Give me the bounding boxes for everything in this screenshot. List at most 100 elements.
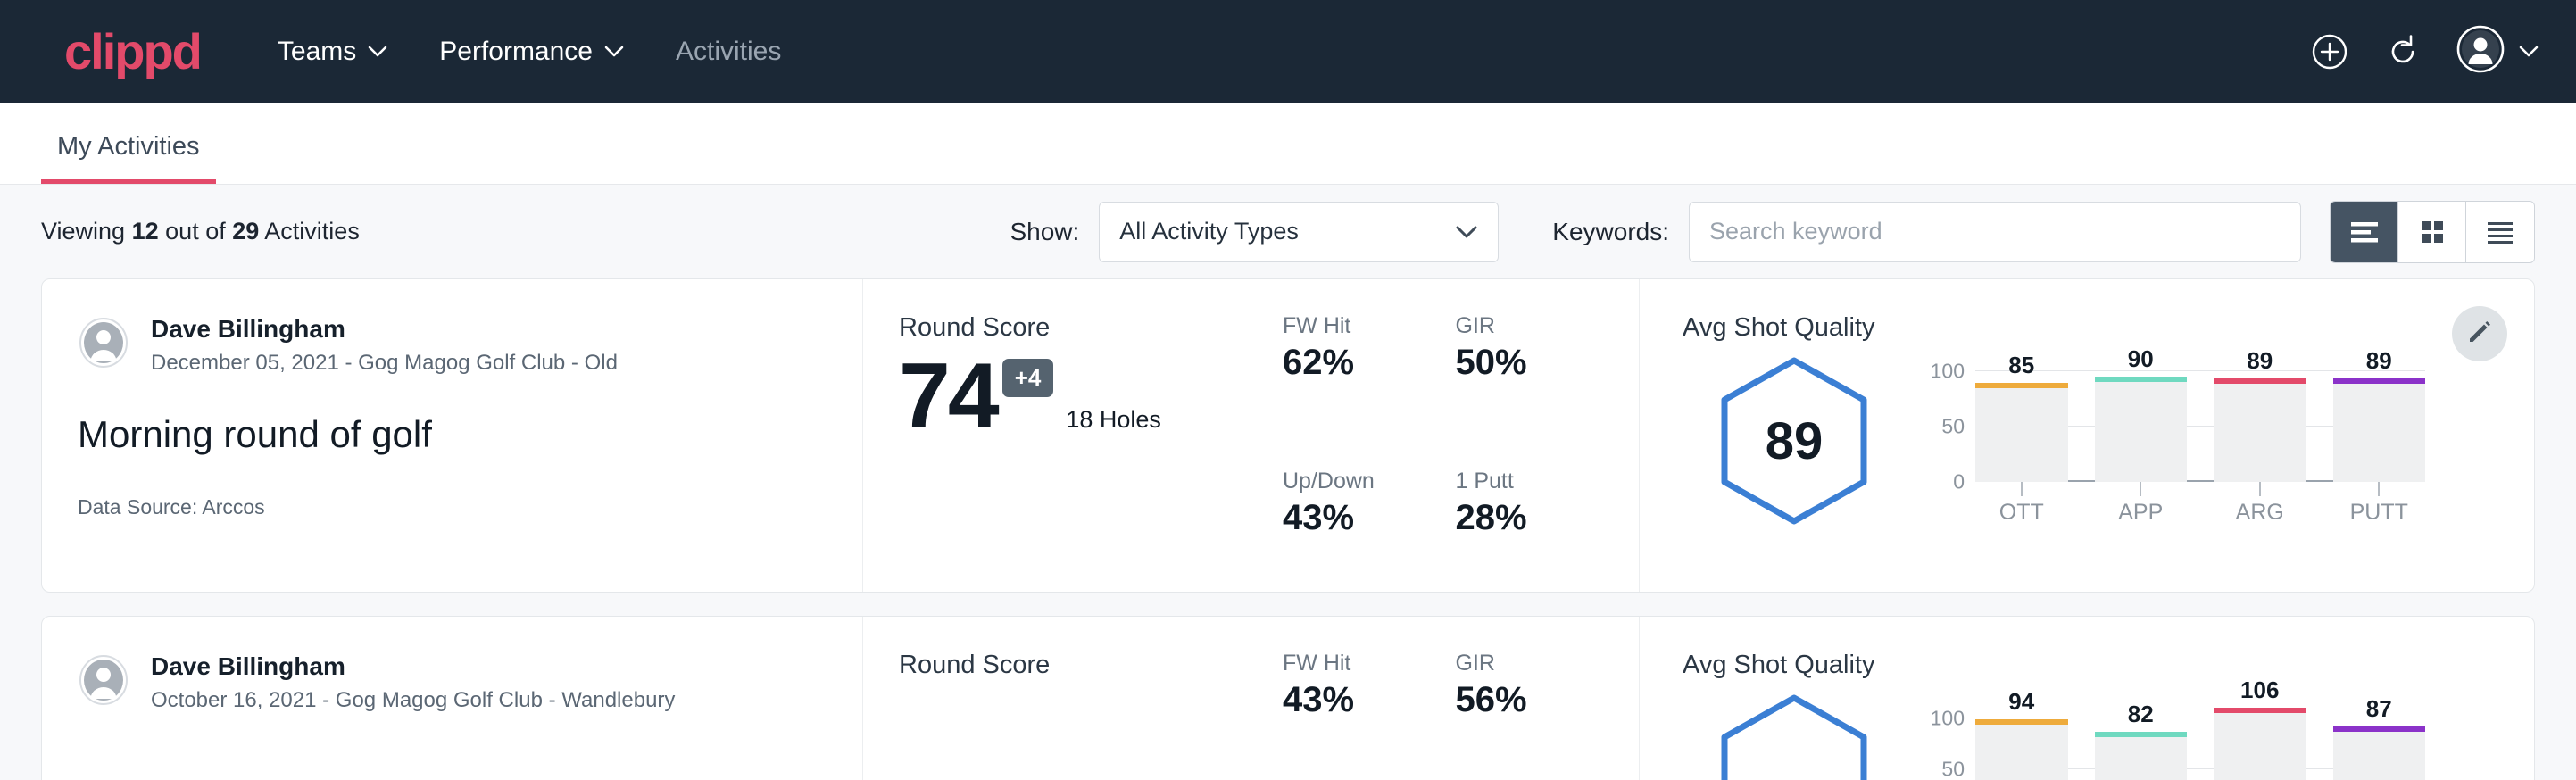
nav-item-teams[interactable]: Teams [278, 37, 387, 67]
chart-bar-cap [2214, 708, 2306, 713]
filter-toolbar: Viewing 12 out of 29 Activities Show: Al… [0, 185, 2576, 278]
stat-up-down-value: 43% [1283, 498, 1431, 538]
stat-one-putt-value: 28% [1456, 498, 1604, 538]
activity-type-select[interactable]: All Activity Types [1099, 202, 1499, 262]
tab-bar: My Activities [0, 103, 2576, 185]
chart-bar-cap [2333, 726, 2426, 732]
shot-quality-bar-chart: 05010085908989 OTTAPPARGPUTT [1925, 352, 2425, 530]
stat-up-down-label: Up/Down [1283, 469, 1431, 494]
activity-info-column: Dave Billingham October 16, 2021 - Gog M… [42, 617, 863, 780]
author-name: Dave Billingham [151, 651, 675, 682]
top-navigation-bar: clippd Teams Performance Activities [0, 0, 2576, 103]
top-bar-actions [2310, 25, 2539, 78]
shot-quality-hexagon [1717, 693, 1871, 780]
edit-activity-button[interactable] [2452, 306, 2507, 361]
chart-bar-body [2214, 384, 2306, 482]
chart-bar-value-label: 87 [2333, 695, 2426, 723]
chart-y-tick-label: 50 [1941, 415, 1965, 439]
shot-quality-hexagon: 89 [1717, 355, 1871, 527]
viewing-count: 12 [132, 218, 159, 245]
chart-bar: 89 [2214, 371, 2306, 482]
shot-quality-body: 89 05010085908989 OTTAPPARGPUTT [1683, 352, 2498, 530]
chart-bars: 85908989 [1975, 371, 2425, 482]
round-score-value: 74 [899, 350, 997, 443]
chart-bar-body [1975, 388, 2068, 482]
score-to-par-badge: +4 [1002, 359, 1054, 397]
chart-y-tick-label: 50 [1941, 757, 1965, 780]
holes-label: 18 Holes [1066, 406, 1161, 434]
activity-author: Dave Billingham December 05, 2021 - Gog … [78, 313, 827, 376]
nav-item-performance[interactable]: Performance [439, 37, 624, 67]
stat-fw-hit-label: FW Hit [1283, 313, 1431, 339]
clippd-logo[interactable]: clippd [64, 27, 201, 77]
stat-gir-value: 56% [1456, 680, 1604, 720]
chart-bar: 87 [2333, 709, 2426, 780]
activity-data-source: Data Source: Arccos [78, 495, 827, 519]
avatar [78, 317, 129, 373]
chart-bar: 89 [2333, 371, 2426, 482]
chart-plot-area: 05010085908989 [1975, 371, 2425, 482]
chart-x-tick [2214, 482, 2306, 496]
viewing-mid: out of [165, 218, 226, 245]
shot-quality-column: Avg Shot Quality 89 05010085908989 OTTAP… [1640, 279, 2534, 592]
chevron-down-icon [1455, 218, 1478, 245]
round-score-column: Round Score 74 +4 18 Holes [863, 279, 1283, 592]
chart-bar: 106 [2214, 709, 2306, 780]
chart-bar-value-label: 89 [2214, 347, 2306, 375]
round-score-label: Round Score [899, 651, 1283, 680]
plus-circle-icon[interactable] [2310, 32, 2349, 71]
chart-bar-body [1975, 725, 2068, 780]
stat-one-putt-label: 1 Putt [1456, 469, 1604, 494]
viewing-total: 29 [232, 218, 259, 245]
stat-up-down: Up/Down 43% [1283, 469, 1431, 593]
viewing-suffix: Activities [264, 218, 360, 245]
shot-quality-body: 050100948210687 OTTAPPARGPUTT [1683, 689, 2498, 780]
view-mode-list-button[interactable] [2331, 202, 2398, 262]
chart-bar-body [2095, 737, 2188, 780]
activity-type-value: All Activity Types [1119, 218, 1455, 245]
avg-shot-quality-label: Avg Shot Quality [1683, 313, 2498, 343]
pencil-icon [2466, 319, 2493, 350]
account-menu[interactable] [2456, 25, 2539, 78]
chevron-down-icon [368, 46, 387, 58]
nav-item-activities[interactable]: Activities [676, 37, 781, 67]
tab-my-activities[interactable]: My Activities [41, 132, 216, 184]
view-mode-toggle [2330, 201, 2535, 263]
view-mode-grid-button[interactable] [2398, 202, 2466, 262]
chart-x-tick [2333, 482, 2426, 496]
shot-quality-bar-chart: 050100948210687 OTTAPPARGPUTT [1925, 689, 2425, 780]
activity-card[interactable]: Dave Billingham December 05, 2021 - Gog … [41, 278, 2535, 593]
show-label: Show: [1010, 218, 1079, 246]
keywords-label: Keywords: [1552, 218, 1669, 246]
tab-my-activities-label: My Activities [57, 132, 200, 161]
activity-card[interactable]: Dave Billingham October 16, 2021 - Gog M… [41, 616, 2535, 780]
chart-bar: 85 [1975, 371, 2068, 482]
chart-bar: 94 [1975, 709, 2068, 780]
chart-bar-cap [1975, 719, 2068, 725]
chart-x-tick [2095, 482, 2188, 496]
activity-meta: October 16, 2021 - Gog Magog Golf Club -… [151, 688, 675, 713]
chart-bar-value-label: 94 [1975, 688, 2068, 716]
stat-gir-label: GIR [1456, 651, 1604, 676]
avatar [78, 654, 129, 710]
search-input[interactable] [1689, 202, 2301, 262]
stat-gir: GIR 50% [1456, 313, 1604, 452]
chart-bar-cap [2333, 378, 2426, 384]
chart-y-tick-label: 100 [1931, 707, 1965, 731]
nav-item-activities-label: Activities [676, 37, 781, 67]
author-text: Dave Billingham December 05, 2021 - Gog … [151, 313, 618, 376]
stat-fw-hit: FW Hit 62% [1283, 313, 1431, 452]
shot-quality-hex-wrap: 89 [1683, 355, 1906, 527]
chart-y-tick-label: 0 [1953, 470, 1965, 494]
stat-one-putt: 1 Putt 28% [1456, 469, 1604, 593]
chart-x-label: OTT [1975, 500, 2068, 526]
activity-meta: December 05, 2021 - Gog Magog Golf Club … [151, 351, 618, 376]
chart-bar-body [2333, 384, 2426, 482]
refresh-icon[interactable] [2383, 32, 2422, 71]
author-name: Dave Billingham [151, 313, 618, 344]
activity-author: Dave Billingham October 16, 2021 - Gog M… [78, 651, 827, 713]
main-nav-links: Teams Performance Activities [278, 37, 781, 67]
round-score-label: Round Score [899, 313, 1283, 343]
author-text: Dave Billingham October 16, 2021 - Gog M… [151, 651, 675, 713]
view-mode-compact-button[interactable] [2466, 202, 2534, 262]
